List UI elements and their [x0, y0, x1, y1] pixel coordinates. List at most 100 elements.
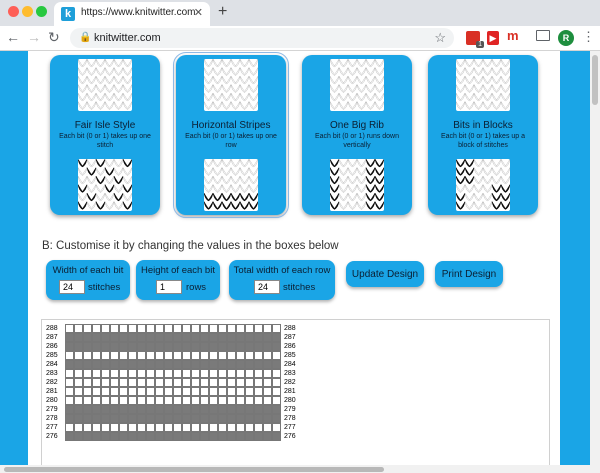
grid-row-label-left: 282: [46, 379, 58, 386]
grid-cell: [173, 342, 182, 351]
grid-cell: [245, 360, 254, 369]
pattern-card-one-big-rib[interactable]: One Big Rib Each bit (0 or 1) runs down …: [302, 55, 412, 215]
grid-cell: [83, 432, 92, 441]
grid-cell: [164, 405, 173, 414]
design-grid-panel: 288 288 287 287 286 286 285 285 284 284 283 283 282 2…: [41, 319, 550, 473]
extension-play-icon[interactable]: ▶: [487, 31, 499, 45]
design-grid: 288 288 287 287 286 286 285 285 284 284 283 283 282 2…: [42, 320, 346, 473]
grid-cell: [227, 342, 236, 351]
pattern-card-bits-in-blocks[interactable]: Bits in Blocks Each bit (0 or 1) takes u…: [428, 55, 538, 215]
bit-height-label: Height of each bit: [141, 265, 215, 276]
grid-cell: [92, 387, 101, 396]
browser-menu-icon[interactable]: ⋮: [582, 29, 595, 45]
grid-cell: [110, 342, 119, 351]
pattern-title: Horizontal Stripes: [191, 120, 271, 131]
grid-cell: [209, 351, 218, 360]
grid-row-label-left: 276: [46, 433, 58, 440]
horizontal-scrollbar[interactable]: [0, 465, 590, 473]
grid-cell: [227, 378, 236, 387]
reload-icon[interactable]: ↻: [48, 29, 60, 46]
grid-cell: [128, 405, 137, 414]
pattern-card-horizontal-stripes[interactable]: Horizontal Stripes Each bit (0 or 1) tak…: [173, 52, 289, 218]
bit-width-input[interactable]: [59, 280, 85, 294]
grid-cell: [119, 360, 128, 369]
grid-cell: [110, 405, 119, 414]
grid-cell: [65, 351, 74, 360]
grid-cell: [272, 324, 281, 333]
grid-row-label-right: 278: [284, 415, 296, 422]
grid-cell: [128, 333, 137, 342]
close-tab-icon[interactable]: ✕: [194, 6, 203, 19]
cast-icon[interactable]: [536, 30, 550, 41]
grid-cell: [200, 324, 209, 333]
row-width-input[interactable]: [254, 280, 280, 294]
grid-cell: [245, 405, 254, 414]
grid-cell: [119, 414, 128, 423]
close-window-button[interactable]: [8, 6, 19, 17]
grid-cell: [101, 387, 110, 396]
profile-avatar[interactable]: R: [558, 30, 574, 46]
grid-cell: [236, 360, 245, 369]
address-bar[interactable]: 🔒 knitwitter.com ☆: [70, 28, 454, 48]
grid-cell: [146, 405, 155, 414]
grid-cell: [83, 414, 92, 423]
grid-cell: [209, 414, 218, 423]
horizontal-scroll-thumb[interactable]: [4, 467, 384, 472]
grid-cell: [236, 432, 245, 441]
customise-heading: B: Customise it by changing the values i…: [42, 240, 339, 252]
grid-row-label-right: 286: [284, 343, 296, 350]
grid-cell: [182, 432, 191, 441]
zoom-window-button[interactable]: [36, 6, 47, 17]
grid-cell: [137, 333, 146, 342]
grid-row-label-left: 283: [46, 370, 58, 377]
grid-row-label-right: 277: [284, 424, 296, 431]
grid-cell: [146, 387, 155, 396]
page-viewport: Fair Isle Style Each bit (0 or 1) takes …: [0, 51, 600, 473]
back-arrow-icon[interactable]: ←: [6, 29, 20, 45]
grid-cell: [137, 324, 146, 333]
grid-cell: [272, 378, 281, 387]
forward-arrow-icon[interactable]: →: [27, 29, 41, 45]
grid-cell: [209, 405, 218, 414]
grid-cell: [263, 342, 272, 351]
extension-m-icon[interactable]: m: [507, 28, 519, 43]
grid-cell: [110, 378, 119, 387]
extension-red-icon[interactable]: 1: [466, 31, 484, 48]
minimize-window-button[interactable]: [22, 6, 33, 17]
grid-cell: [92, 405, 101, 414]
grid-cell: [155, 414, 164, 423]
grid-cell: [128, 396, 137, 405]
grid-row-label-left: 279: [46, 406, 58, 413]
grid-cell: [92, 351, 101, 360]
grid-cell: [65, 378, 74, 387]
grid-cell: [146, 351, 155, 360]
grid-cell: [236, 423, 245, 432]
vertical-scrollbar[interactable]: [590, 51, 600, 473]
grid-cell: [119, 432, 128, 441]
bit-width-unit: stitches: [88, 282, 121, 293]
grid-cell: [191, 324, 200, 333]
grid-cell: [83, 333, 92, 342]
grid-cell: [182, 423, 191, 432]
vertical-scroll-thumb[interactable]: [592, 55, 598, 105]
grid-cell: [119, 396, 128, 405]
grid-cell: [128, 423, 137, 432]
grid-cell: [101, 351, 110, 360]
grid-cell: [110, 396, 119, 405]
browser-tab[interactable]: k https://www.knitwitter.com ✕: [54, 2, 210, 26]
pattern-card-fair-isle[interactable]: Fair Isle Style Each bit (0 or 1) takes …: [50, 55, 160, 215]
bookmark-star-icon[interactable]: ☆: [434, 30, 446, 46]
new-tab-icon[interactable]: +: [218, 3, 227, 21]
bit-height-input[interactable]: [156, 280, 182, 294]
grid-cell: [254, 360, 263, 369]
grid-cell: [173, 387, 182, 396]
grid-cell: [218, 324, 227, 333]
grid-cell: [164, 369, 173, 378]
grid-cell: [92, 378, 101, 387]
grid-cell: [200, 414, 209, 423]
update-design-button[interactable]: Update Design: [346, 261, 424, 287]
grid-cell: [110, 387, 119, 396]
grid-cell: [263, 405, 272, 414]
print-design-button[interactable]: Print Design: [435, 261, 503, 287]
grid-cell: [119, 387, 128, 396]
